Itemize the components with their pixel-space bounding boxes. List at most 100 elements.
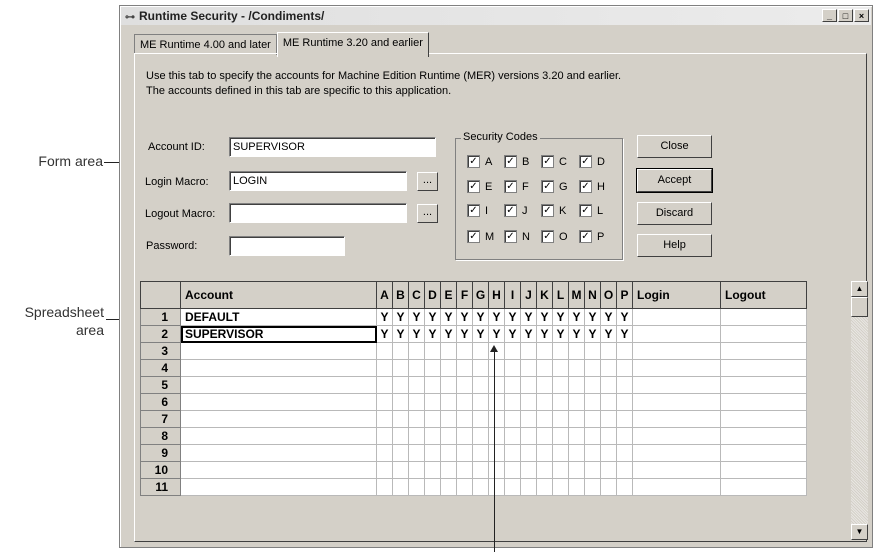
account-cell[interactable] [180, 461, 377, 479]
code-cell[interactable] [568, 444, 585, 462]
code-cell[interactable] [392, 478, 409, 496]
security-code-e-checkbox[interactable]: ✓ E [467, 180, 492, 193]
code-cell[interactable] [408, 342, 425, 360]
login-cell[interactable] [632, 478, 721, 496]
code-cell[interactable] [440, 393, 457, 411]
account-cell[interactable] [180, 342, 377, 360]
code-cell[interactable] [472, 393, 489, 411]
code-cell[interactable] [536, 376, 553, 394]
code-cell[interactable] [488, 427, 505, 445]
code-cell[interactable] [616, 342, 633, 360]
code-cell[interactable] [424, 359, 441, 377]
code-cell[interactable] [616, 478, 633, 496]
code-cell[interactable] [408, 393, 425, 411]
code-cell[interactable] [616, 359, 633, 377]
code-cell[interactable] [520, 342, 537, 360]
code-cell[interactable] [536, 393, 553, 411]
account-cell[interactable] [180, 444, 377, 462]
row-number-header[interactable]: 9 [140, 444, 181, 462]
code-cell[interactable]: Y [488, 308, 505, 326]
logout-cell[interactable] [720, 325, 807, 343]
code-cell[interactable] [392, 393, 409, 411]
login-cell[interactable] [632, 325, 721, 343]
logout-cell[interactable] [720, 342, 807, 360]
code-cell[interactable] [392, 410, 409, 428]
code-cell[interactable] [552, 393, 569, 411]
code-cell[interactable] [616, 427, 633, 445]
code-cell[interactable] [424, 342, 441, 360]
account-cell[interactable] [180, 427, 377, 445]
code-cell[interactable] [584, 427, 601, 445]
code-cell[interactable] [568, 359, 585, 377]
code-cell[interactable] [568, 478, 585, 496]
code-cell[interactable] [456, 461, 473, 479]
vertical-scrollbar[interactable]: ▲ ▼ [850, 281, 868, 540]
code-cell[interactable] [472, 478, 489, 496]
row-number-header[interactable]: 11 [140, 478, 181, 496]
security-code-h-checkbox[interactable]: ✓ H [579, 180, 605, 193]
code-cell[interactable] [600, 427, 617, 445]
code-cell[interactable] [536, 410, 553, 428]
code-cell[interactable] [408, 410, 425, 428]
code-column-header-e[interactable]: E [440, 281, 457, 309]
code-cell[interactable] [616, 461, 633, 479]
code-cell[interactable] [408, 427, 425, 445]
code-cell[interactable] [376, 427, 393, 445]
maximize-button[interactable]: □ [838, 9, 853, 22]
code-cell[interactable] [392, 342, 409, 360]
code-cell[interactable] [616, 393, 633, 411]
code-cell[interactable] [600, 393, 617, 411]
table-row[interactable]: 7 [140, 410, 807, 428]
security-code-o-checkbox[interactable]: ✓ O [541, 230, 568, 243]
code-column-header-a[interactable]: A [376, 281, 393, 309]
login-cell[interactable] [632, 308, 721, 326]
code-cell[interactable] [440, 410, 457, 428]
security-code-p-checkbox[interactable]: ✓ P [579, 230, 604, 243]
code-cell[interactable]: Y [488, 325, 505, 343]
accept-button[interactable]: Accept [636, 168, 713, 193]
security-code-n-checkbox[interactable]: ✓ N [504, 230, 530, 243]
code-cell[interactable] [472, 461, 489, 479]
code-cell[interactable] [552, 427, 569, 445]
security-code-k-checkbox[interactable]: ✓ K [541, 204, 566, 217]
code-cell[interactable] [440, 427, 457, 445]
code-column-header-p[interactable]: P [616, 281, 633, 309]
code-cell[interactable]: Y [504, 308, 521, 326]
window-titlebar[interactable]: ⊶ Runtime Security - /Condiments/ _ □ × [121, 7, 871, 25]
code-cell[interactable]: Y [616, 308, 633, 326]
code-cell[interactable] [520, 359, 537, 377]
code-column-header-b[interactable]: B [392, 281, 409, 309]
code-cell[interactable] [456, 427, 473, 445]
code-cell[interactable] [376, 342, 393, 360]
code-cell[interactable] [600, 478, 617, 496]
account-cell[interactable]: SUPERVISOR [180, 325, 377, 343]
code-cell[interactable] [408, 376, 425, 394]
table-row[interactable]: 5 [140, 376, 807, 394]
account-cell[interactable] [180, 393, 377, 411]
code-cell[interactable]: Y [376, 325, 393, 343]
code-cell[interactable] [616, 444, 633, 462]
code-cell[interactable]: Y [584, 325, 601, 343]
code-cell[interactable] [488, 410, 505, 428]
code-cell[interactable] [552, 342, 569, 360]
code-cell[interactable] [424, 393, 441, 411]
table-row[interactable]: 6 [140, 393, 807, 411]
code-cell[interactable] [600, 444, 617, 462]
code-cell[interactable] [456, 359, 473, 377]
help-button[interactable]: Help [637, 234, 712, 257]
code-cell[interactable]: Y [568, 308, 585, 326]
login-column-header[interactable]: Login [632, 281, 721, 309]
security-code-d-checkbox[interactable]: ✓ D [579, 155, 605, 168]
code-column-header-n[interactable]: N [584, 281, 601, 309]
logout-column-header[interactable]: Logout [720, 281, 807, 309]
code-column-header-g[interactable]: G [472, 281, 489, 309]
logout-cell[interactable] [720, 444, 807, 462]
code-cell[interactable] [520, 393, 537, 411]
code-cell[interactable] [584, 342, 601, 360]
code-cell[interactable] [552, 359, 569, 377]
code-cell[interactable] [376, 376, 393, 394]
account-cell[interactable]: DEFAULT [180, 308, 377, 326]
scroll-thumb[interactable] [851, 297, 868, 317]
code-cell[interactable]: Y [600, 325, 617, 343]
code-cell[interactable] [552, 376, 569, 394]
